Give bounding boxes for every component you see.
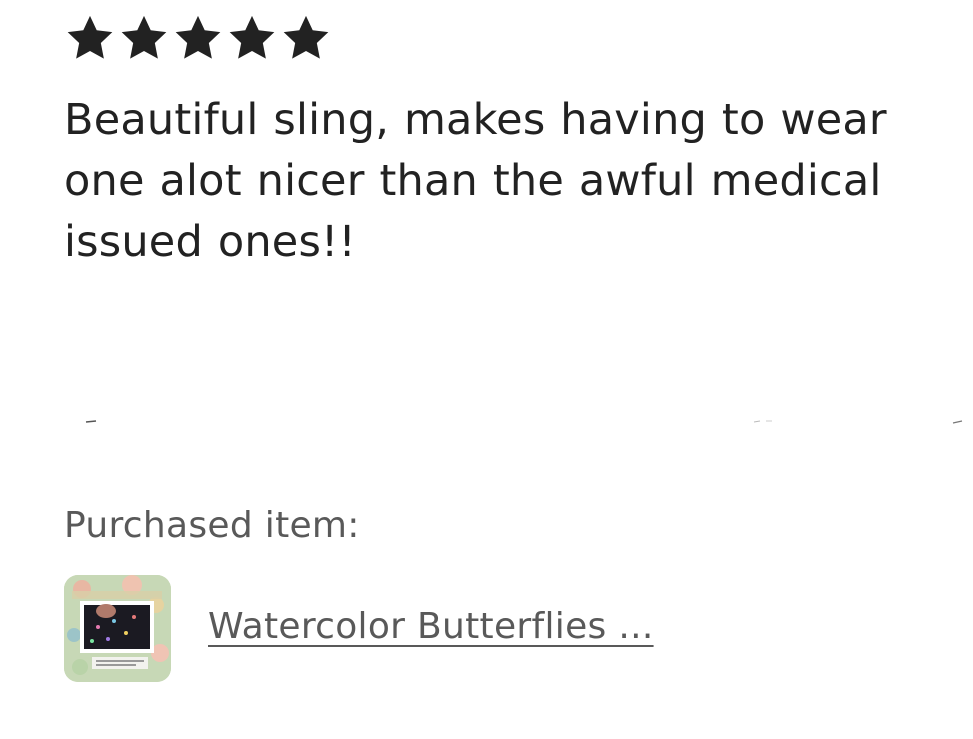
- divider: [85, 420, 963, 424]
- review-text: Beautiful sling, makes having to wear on…: [64, 95, 887, 267]
- purchased-item-row[interactable]: Watercolor Butterflies ...: [64, 575, 654, 682]
- star-icon: [118, 12, 170, 64]
- purchased-item-label: Purchased item:: [64, 505, 360, 546]
- purchased-section: Purchased item:: [64, 505, 360, 546]
- product-thumbnail[interactable]: [64, 575, 171, 682]
- purchased-item-link[interactable]: Watercolor Butterflies ...: [208, 606, 654, 647]
- star-icon: [172, 12, 224, 64]
- review-card: Beautiful sling, makes having to wear on…: [64, 12, 954, 273]
- star-icon: [280, 12, 332, 64]
- star-icon: [226, 12, 278, 64]
- star-icon: [64, 12, 116, 64]
- star-rating: [64, 12, 954, 64]
